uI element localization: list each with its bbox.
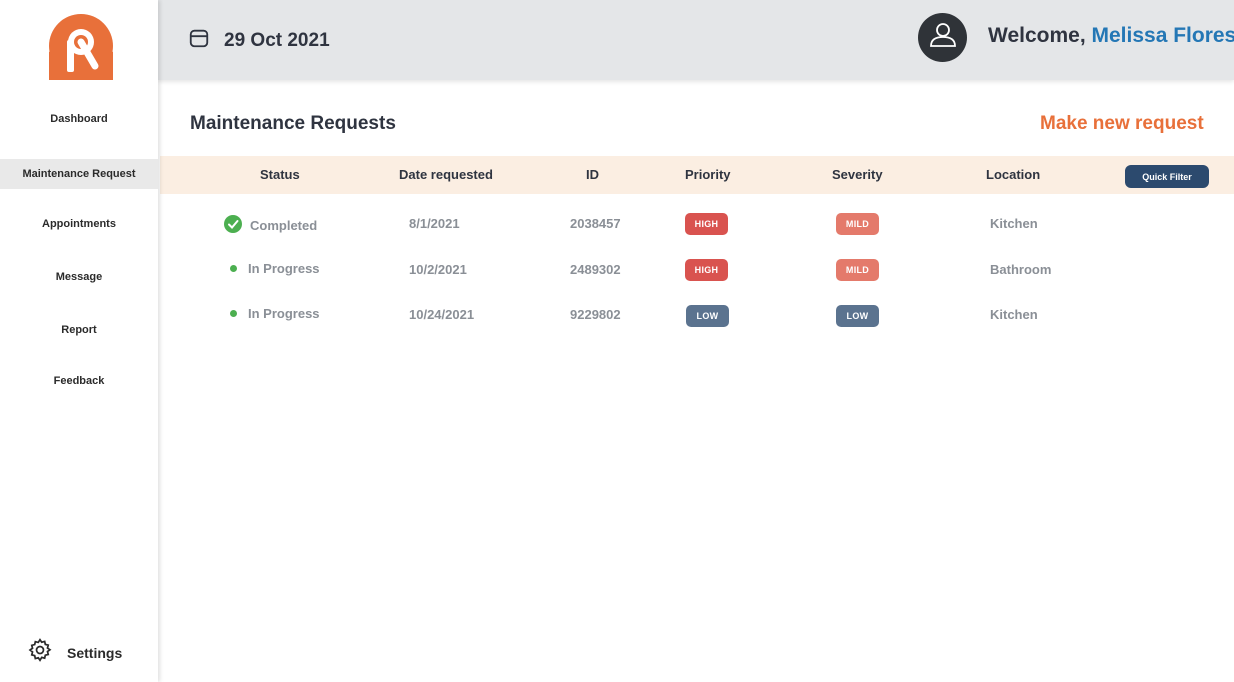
app-root: Dashboard Maintenance Request Appointmen… bbox=[0, 0, 1234, 682]
status-text: In Progress bbox=[248, 306, 320, 321]
sidebar-item-label: Report bbox=[61, 324, 97, 336]
settings-button[interactable]: Settings bbox=[27, 637, 122, 668]
welcome-message: Welcome, Melissa Flores bbox=[988, 24, 1234, 48]
table-row[interactable]: Completed 8/1/2021 2038457 HIGH MILD Kit… bbox=[160, 204, 1234, 244]
date-display: 29 Oct 2021 bbox=[188, 27, 330, 54]
top-header: 29 Oct 2021 Welcome, Melissa Flores bbox=[158, 0, 1234, 80]
make-new-request-button[interactable]: Make new request bbox=[1040, 113, 1204, 135]
status-dot-icon bbox=[230, 265, 237, 272]
date-cell: 10/2/2021 bbox=[409, 262, 467, 277]
sidebar-item-appointments[interactable]: Appointments bbox=[0, 209, 158, 239]
welcome-prefix: Welcome, bbox=[988, 24, 1086, 47]
table-row[interactable]: In Progress 10/2/2021 2489302 HIGH MILD … bbox=[160, 250, 1234, 290]
status-cell: In Progress bbox=[226, 306, 320, 321]
sidebar-item-message[interactable]: Message bbox=[0, 262, 158, 292]
severity-badge: MILD bbox=[836, 259, 879, 281]
id-cell: 2489302 bbox=[570, 262, 621, 277]
sidebar-item-label: Appointments bbox=[42, 218, 116, 230]
priority-badge: HIGH bbox=[685, 259, 728, 281]
sidebar-item-label: Maintenance Request bbox=[22, 168, 136, 180]
severity-badge: LOW bbox=[836, 305, 879, 327]
date-cell: 8/1/2021 bbox=[409, 216, 460, 231]
column-header-status[interactable]: Status bbox=[260, 167, 300, 182]
gear-icon bbox=[27, 637, 53, 668]
table-row[interactable]: In Progress 10/24/2021 9229802 LOW LOW K… bbox=[160, 295, 1234, 335]
sidebar-item-label: Feedback bbox=[53, 375, 105, 387]
settings-label: Settings bbox=[67, 644, 123, 661]
app-logo[interactable] bbox=[47, 12, 115, 82]
status-cell: In Progress bbox=[226, 261, 320, 276]
priority-badge: HIGH bbox=[685, 213, 728, 235]
date-cell: 10/24/2021 bbox=[409, 307, 475, 322]
status-dot-icon bbox=[230, 310, 237, 317]
location-cell: Kitchen bbox=[990, 307, 1038, 322]
sidebar-item-report[interactable]: Report bbox=[0, 315, 158, 345]
location-cell: Bathroom bbox=[990, 262, 1052, 277]
column-header-priority[interactable]: Priority bbox=[685, 167, 731, 182]
sidebar-item-label: Dashboard bbox=[50, 113, 108, 125]
current-date: 29 Oct 2021 bbox=[224, 29, 330, 51]
calendar-icon bbox=[188, 27, 210, 54]
column-header-severity[interactable]: Severity bbox=[832, 167, 883, 182]
severity-badge: MILD bbox=[836, 213, 879, 235]
table-header: Status Date requested ID Priority Severi… bbox=[160, 156, 1234, 194]
sidebar-item-feedback[interactable]: Feedback bbox=[0, 366, 158, 396]
sidebar-item-dashboard[interactable]: Dashboard bbox=[0, 104, 158, 134]
id-cell: 9229802 bbox=[570, 307, 621, 322]
column-header-id[interactable]: ID bbox=[586, 167, 599, 182]
status-text: Completed bbox=[250, 218, 318, 233]
status-text: In Progress bbox=[248, 261, 320, 276]
location-cell: Kitchen bbox=[990, 216, 1038, 231]
column-header-date-requested[interactable]: Date requested bbox=[399, 167, 493, 182]
priority-badge: LOW bbox=[686, 305, 729, 327]
user-icon bbox=[928, 20, 958, 55]
column-header-location[interactable]: Location bbox=[986, 167, 1040, 182]
page-title: Maintenance Requests bbox=[190, 113, 396, 134]
user-avatar[interactable] bbox=[918, 13, 967, 62]
status-cell: Completed bbox=[224, 215, 317, 236]
sidebar: Dashboard Maintenance Request Appointmen… bbox=[0, 0, 158, 682]
sidebar-item-maintenance-request[interactable]: Maintenance Request bbox=[0, 159, 158, 189]
id-cell: 2038457 bbox=[570, 216, 621, 231]
user-name[interactable]: Melissa Flores bbox=[1092, 24, 1234, 47]
quick-filter-button[interactable]: Quick Filter bbox=[1125, 165, 1209, 188]
sidebar-item-label: Message bbox=[55, 271, 103, 283]
check-circle-icon bbox=[224, 215, 242, 236]
